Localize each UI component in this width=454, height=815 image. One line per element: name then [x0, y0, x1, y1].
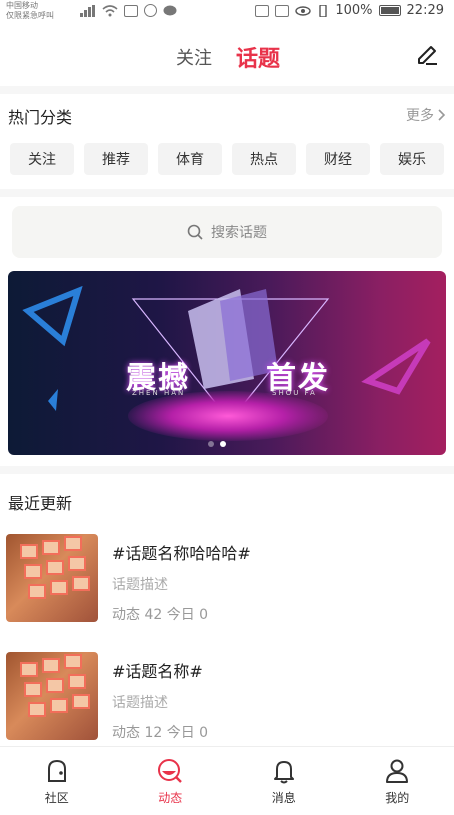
hot-categories-header: 热门分类 更多: [8, 100, 446, 130]
nfc-icon: [275, 4, 290, 17]
topic-stats: 动态 42 今日 0: [112, 607, 209, 623]
search-placeholder: 搜索话题: [211, 225, 267, 241]
nav-messages-label: 消息: [271, 790, 296, 805]
nav-community-label: 社区: [44, 790, 69, 805]
thumb-tile: [68, 674, 86, 689]
thumb-tile: [50, 580, 68, 595]
chevron-right-icon: [438, 109, 446, 121]
status-bar: 中国移动 仅限紧急呼叫 100% 22:29: [0, 0, 454, 24]
nav-profile[interactable]: 我的: [341, 747, 454, 815]
nav-feed-label: 动态: [158, 790, 183, 805]
app-screen: 中国移动 仅限紧急呼叫 100% 22:29 关注 话题 热门分类 更多 关注 …: [0, 0, 454, 815]
thumb-tile: [42, 658, 60, 673]
nav-profile-label: 我的: [385, 790, 410, 805]
thumb-tile: [20, 544, 38, 559]
banner-glow: [128, 391, 328, 441]
edit-icon[interactable]: [414, 42, 442, 70]
divider: [0, 86, 454, 94]
thumb-tile: [64, 654, 82, 669]
category-chip-follow[interactable]: 关注: [10, 143, 74, 175]
thumb-tile: [72, 576, 90, 591]
tab-topic[interactable]: 话题: [236, 41, 280, 73]
banner-sub-left: ZHEN HAN: [132, 389, 186, 397]
promo-banner[interactable]: 震撼 首发 ZHEN HAN SHOU FA: [8, 271, 446, 455]
wifi-icon: [102, 4, 118, 16]
list-item[interactable]: #话题名称# 话题描述 动态 12 今日 0: [6, 652, 446, 748]
search-icon: [187, 224, 203, 240]
eye-icon: [295, 5, 312, 16]
more-label: 更多: [406, 108, 434, 124]
carousel-dots: [208, 441, 226, 447]
clock: 22:29: [406, 3, 444, 18]
divider: [0, 466, 454, 474]
nav-community[interactable]: 社区: [0, 747, 114, 815]
thumb-tile: [28, 584, 46, 599]
topic-description: 话题描述: [112, 577, 168, 593]
thumb-tile: [24, 564, 42, 579]
status-left-icons: [80, 4, 177, 17]
topic-title: #话题名称#: [112, 662, 203, 681]
carrier-name: 中国移动: [6, 1, 38, 10]
category-chips: 关注 推荐 体育 热点 财经 娱乐: [10, 143, 450, 175]
topic-stats: 动态 12 今日 0: [112, 725, 209, 741]
hot-categories-title: 热门分类: [8, 108, 73, 127]
bell-icon: [273, 760, 294, 783]
category-chip-finance[interactable]: 财经: [306, 143, 370, 175]
thumb-tile: [24, 682, 42, 697]
usb-icon: [144, 4, 157, 17]
nav-messages[interactable]: 消息: [227, 747, 341, 815]
category-chip-recommend[interactable]: 推荐: [84, 143, 148, 175]
carrier-status: 仅限紧急呼叫: [6, 11, 54, 20]
tab-follow[interactable]: 关注: [176, 44, 212, 70]
thumb-tile: [20, 662, 38, 677]
user-icon: [386, 759, 409, 783]
feed-icon: [158, 758, 183, 783]
list-item[interactable]: #话题名称哈哈哈# 话题描述 动态 42 今日 0: [6, 534, 446, 630]
community-icon: [47, 759, 66, 782]
message-icon: [163, 5, 177, 15]
carousel-dot[interactable]: [208, 441, 214, 447]
signal-icon: [80, 4, 95, 17]
category-chip-entertainment[interactable]: 娱乐: [380, 143, 444, 175]
divider: [0, 189, 454, 197]
nav-feed[interactable]: 动态: [114, 747, 228, 815]
notification-icon: [124, 4, 138, 17]
topic-title: #话题名称哈哈哈#: [112, 544, 251, 563]
thumb-tile: [42, 540, 60, 555]
battery-icon: [378, 5, 401, 16]
topic-thumbnail: [6, 534, 98, 622]
category-chip-sports[interactable]: 体育: [158, 143, 222, 175]
status-right-icons: 100% 22:29: [255, 3, 444, 18]
more-link[interactable]: 更多: [406, 105, 446, 125]
category-chip-hot[interactable]: 热点: [232, 143, 296, 175]
bottom-nav: 社区 动态 消息 我的: [0, 746, 454, 815]
thumb-tile: [64, 536, 82, 551]
carrier-info: 中国移动 仅限紧急呼叫: [6, 1, 54, 21]
thumb-tile: [68, 556, 86, 571]
top-header: 关注 话题: [0, 36, 454, 76]
thumb-tile: [46, 560, 64, 575]
thumb-tile: [46, 678, 64, 693]
thumb-tile: [50, 698, 68, 713]
recent-updates-title: 最近更新: [8, 494, 73, 513]
topic-thumbnail: [6, 652, 98, 740]
thumb-tile: [28, 702, 46, 717]
topic-description: 话题描述: [112, 695, 168, 711]
hd-icon: [255, 4, 270, 17]
vibrate-icon: [319, 4, 328, 17]
battery-percent: 100%: [335, 3, 373, 18]
carousel-dot-active[interactable]: [220, 441, 226, 447]
banner-sub-right: SHOU FA: [272, 389, 317, 397]
search-input[interactable]: 搜索话题: [12, 206, 442, 258]
thumb-tile: [72, 694, 90, 709]
